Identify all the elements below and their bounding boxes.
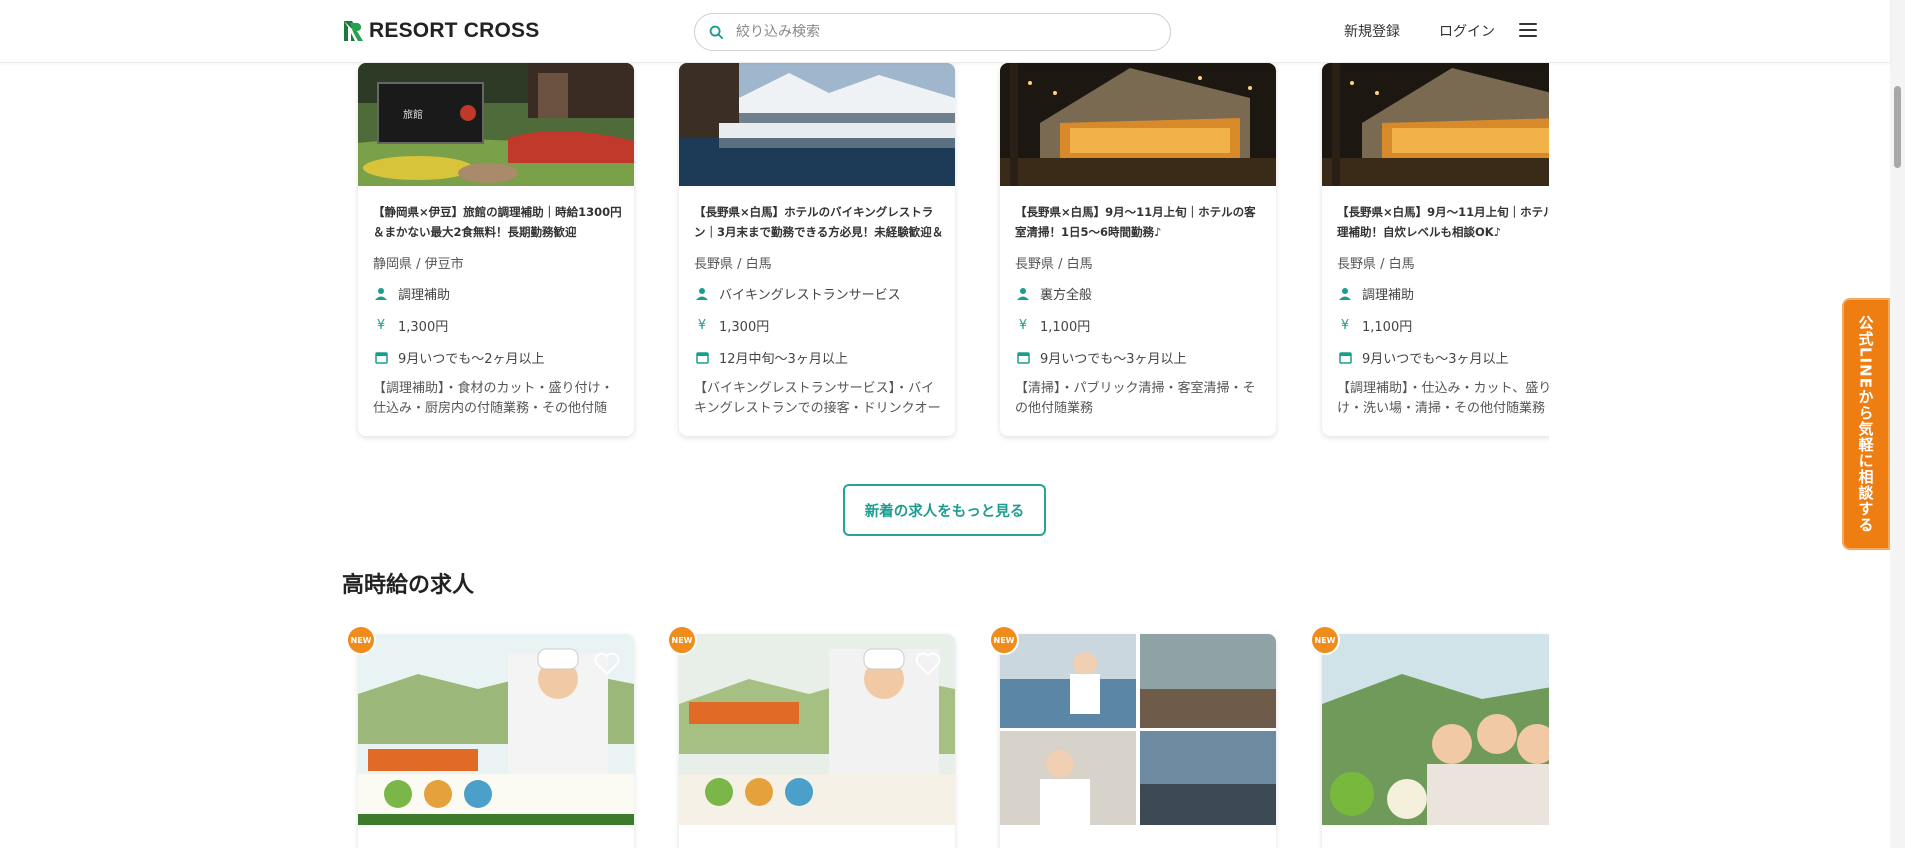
job-location: 静岡県 / 伊豆市	[373, 257, 464, 272]
job-type: バイキングレストランサービス	[719, 288, 901, 303]
job-wage: 1,300円	[398, 320, 449, 335]
job-photo	[358, 634, 634, 825]
wage-row: ¥ 1,100円	[1337, 316, 1412, 335]
job-title: 【長野県×白馬】ホテルのバイキングレストラン｜3月末まで勤務できる方必見！未経験…	[694, 205, 944, 239]
job-title: 【長野県×白馬】9月～11月上旬｜ホテルの客室清掃！1日5～6時間勤務♪	[1015, 205, 1256, 239]
hamburger-icon[interactable]	[1519, 23, 1537, 39]
site-header: RESORT CROSS 新規登録 ログイン	[0, 0, 1890, 63]
calendar-icon	[694, 350, 710, 366]
period-row: 9月いつでも～3ヶ月以上	[1337, 348, 1509, 367]
job-location: 長野県 / 白馬	[1337, 257, 1415, 272]
high-wage-carousel	[342, 620, 1549, 848]
job-wage: 1,300円	[719, 320, 770, 335]
person-icon	[1337, 286, 1353, 302]
job-title: 【静岡県×伊豆】旅館の調理補助｜時給1300円＆まかない最大2食無料！長期勤務歓…	[373, 205, 622, 239]
job-card[interactable]	[358, 634, 634, 848]
search-input[interactable]	[736, 24, 1136, 40]
more-new-jobs-button[interactable]: 新着の求人をもっと見る	[843, 484, 1046, 536]
yen-icon: ¥	[1018, 318, 1028, 333]
job-type: 調理補助	[1362, 288, 1415, 303]
job-photo	[1322, 634, 1549, 825]
search-icon	[709, 25, 724, 39]
job-wage: 1,100円	[1362, 320, 1413, 335]
scrollbar-thumb[interactable]	[1894, 86, 1901, 168]
job-card[interactable]: 【長野県×白馬】9月～11月上旬｜ホテルの客室清掃！1日5～6時間勤務♪ 長野県…	[1000, 63, 1276, 436]
wage-row: ¥ 1,100円	[1015, 316, 1090, 335]
job-photo	[679, 63, 955, 186]
job-period: 12月中旬～3ヶ月以上	[719, 352, 848, 367]
heart-icon[interactable]	[594, 652, 620, 676]
new-badge: NEW	[346, 625, 376, 655]
search-bar[interactable]	[694, 13, 1171, 51]
job-photo	[679, 634, 955, 825]
person-icon	[373, 286, 389, 302]
job-type-row: バイキングレストランサービス	[694, 284, 901, 303]
new-badge: NEW	[667, 625, 697, 655]
job-card[interactable]: 【長野県×白馬】ホテルのバイキングレストラン｜3月末まで勤務できる方必見！未経験…	[679, 63, 955, 436]
heart-icon[interactable]	[915, 652, 941, 676]
yen-icon: ¥	[1340, 318, 1350, 333]
job-location: 長野県 / 白馬	[1015, 257, 1093, 272]
job-photo	[1322, 63, 1549, 186]
job-title: 【長野県×白馬】9月～11月上旬｜ホテルの調理補助！自炊レベルも相談OK♪	[1337, 205, 1549, 239]
job-type-row: 調理補助	[1337, 284, 1414, 303]
person-icon	[1015, 286, 1031, 302]
job-location: 長野県 / 白馬	[694, 257, 772, 272]
job-photo	[1000, 634, 1276, 825]
new-badge: NEW	[989, 625, 1019, 655]
period-row: 12月中旬～3ヶ月以上	[694, 348, 848, 367]
wage-row: ¥ 1,300円	[373, 316, 448, 335]
yen-icon: ¥	[376, 318, 386, 333]
page-scrollbar[interactable]	[1890, 0, 1905, 848]
logo[interactable]: RESORT CROSS	[342, 19, 539, 43]
section-title-high-wage: 高時給の求人	[342, 573, 475, 598]
login-link[interactable]: ログイン	[1439, 21, 1495, 41]
job-card[interactable]	[1322, 634, 1549, 848]
job-card[interactable]	[679, 634, 955, 848]
calendar-icon	[1337, 350, 1353, 366]
svg-text:旅館: 旅館	[403, 108, 423, 121]
new-badge: NEW	[1310, 625, 1340, 655]
period-row: 9月いつでも～2ヶ月以上	[373, 348, 545, 367]
job-photo	[1000, 63, 1276, 186]
job-period: 9月いつでも～2ヶ月以上	[398, 352, 545, 367]
logo-mark-icon	[344, 21, 363, 41]
person-icon	[694, 286, 710, 302]
job-type: 裏方全般	[1040, 288, 1093, 303]
job-card[interactable]: 【長野県×白馬】9月～11月上旬｜ホテルの調理補助！自炊レベルも相談OK♪ 長野…	[1322, 63, 1549, 436]
job-type-row: 調理補助	[373, 284, 450, 303]
logo-text: RESORT CROSS	[369, 19, 540, 42]
job-period: 9月いつでも～3ヶ月以上	[1362, 352, 1509, 367]
calendar-icon	[1015, 350, 1031, 366]
job-description: 【調理補助】・仕込み・カット、盛り付け・洗い場・清掃・その他付随業務	[1337, 381, 1549, 416]
job-photo: 旅館	[358, 63, 634, 186]
job-type: 調理補助	[398, 288, 451, 303]
job-wage: 1,100円	[1040, 320, 1091, 335]
calendar-icon	[373, 350, 389, 366]
new-jobs-carousel: 旅館 【静岡県×伊豆】旅館の調理補助｜時給1300円＆まかない最大2食無料！長期…	[342, 63, 1549, 443]
job-period: 9月いつでも～3ヶ月以上	[1040, 352, 1187, 367]
job-card[interactable]: 旅館 【静岡県×伊豆】旅館の調理補助｜時給1300円＆まかない最大2食無料！長期…	[358, 63, 634, 436]
job-card[interactable]	[1000, 634, 1276, 848]
yen-icon: ¥	[697, 318, 707, 333]
period-row: 9月いつでも～3ヶ月以上	[1015, 348, 1187, 367]
job-description: 【清掃】・パブリック清掃・客室清掃・その他付随業務	[1015, 381, 1256, 416]
job-description: 【バイキングレストランサービス】・バイキングレストランでの接客・ドリンクオーダー…	[694, 381, 941, 416]
job-type-row: 裏方全般	[1015, 284, 1092, 303]
wage-row: ¥ 1,300円	[694, 316, 769, 335]
line-consult-tab[interactable]: 公式LINEから気軽に相談する	[1842, 298, 1890, 550]
job-description: 【調理補助】・食材のカット・盛り付け・仕込み・厨房内の付随業務・その他付随業..…	[373, 381, 614, 416]
register-link[interactable]: 新規登録	[1344, 21, 1400, 41]
